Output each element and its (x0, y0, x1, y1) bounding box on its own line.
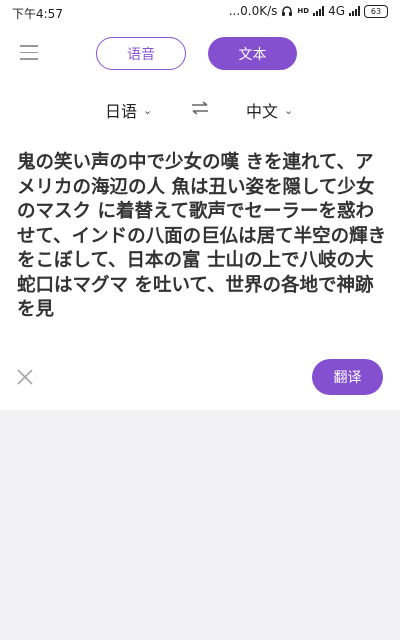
status-bar: 下午4:57 ...0.0K/s HD 4G 63 (0, 0, 400, 26)
swap-arrows-icon[interactable] (191, 101, 209, 115)
status-indicators: ...0.0K/s HD 4G 63 (229, 4, 388, 18)
signal-icon-2 (349, 6, 360, 16)
signal-icon (313, 6, 325, 16)
close-icon[interactable] (16, 368, 34, 386)
text-mode-button[interactable]: 文本 (208, 37, 297, 70)
chevron-down-icon-target: ⌄ (284, 103, 294, 117)
network-type: 4G (328, 4, 345, 18)
hamburger-menu-icon[interactable] (20, 45, 38, 61)
hd-label: HD (297, 7, 310, 15)
translate-button[interactable]: 翻译 (312, 359, 383, 395)
headset-icon (282, 6, 293, 16)
chevron-down-icon: ⌄ (143, 103, 153, 117)
target-language-selector[interactable]: 中文 ⌄ (246, 98, 293, 122)
voice-mode-button[interactable]: 语音 (96, 37, 186, 70)
source-language-label: 日语 (105, 102, 138, 121)
source-text-input[interactable]: 鬼の笑い声の中で少女の嘆 きを連れて、アメリカの海辺の人 魚は丑い姿を隠して少女… (17, 151, 387, 323)
network-speed: ...0.0K/s (228, 4, 278, 18)
target-language-label: 中文 (246, 102, 279, 121)
battery-icon: 63 (364, 4, 388, 18)
source-language-selector[interactable]: 日语 ⌄ (105, 98, 152, 122)
status-time: 下午4:57 (12, 7, 63, 21)
